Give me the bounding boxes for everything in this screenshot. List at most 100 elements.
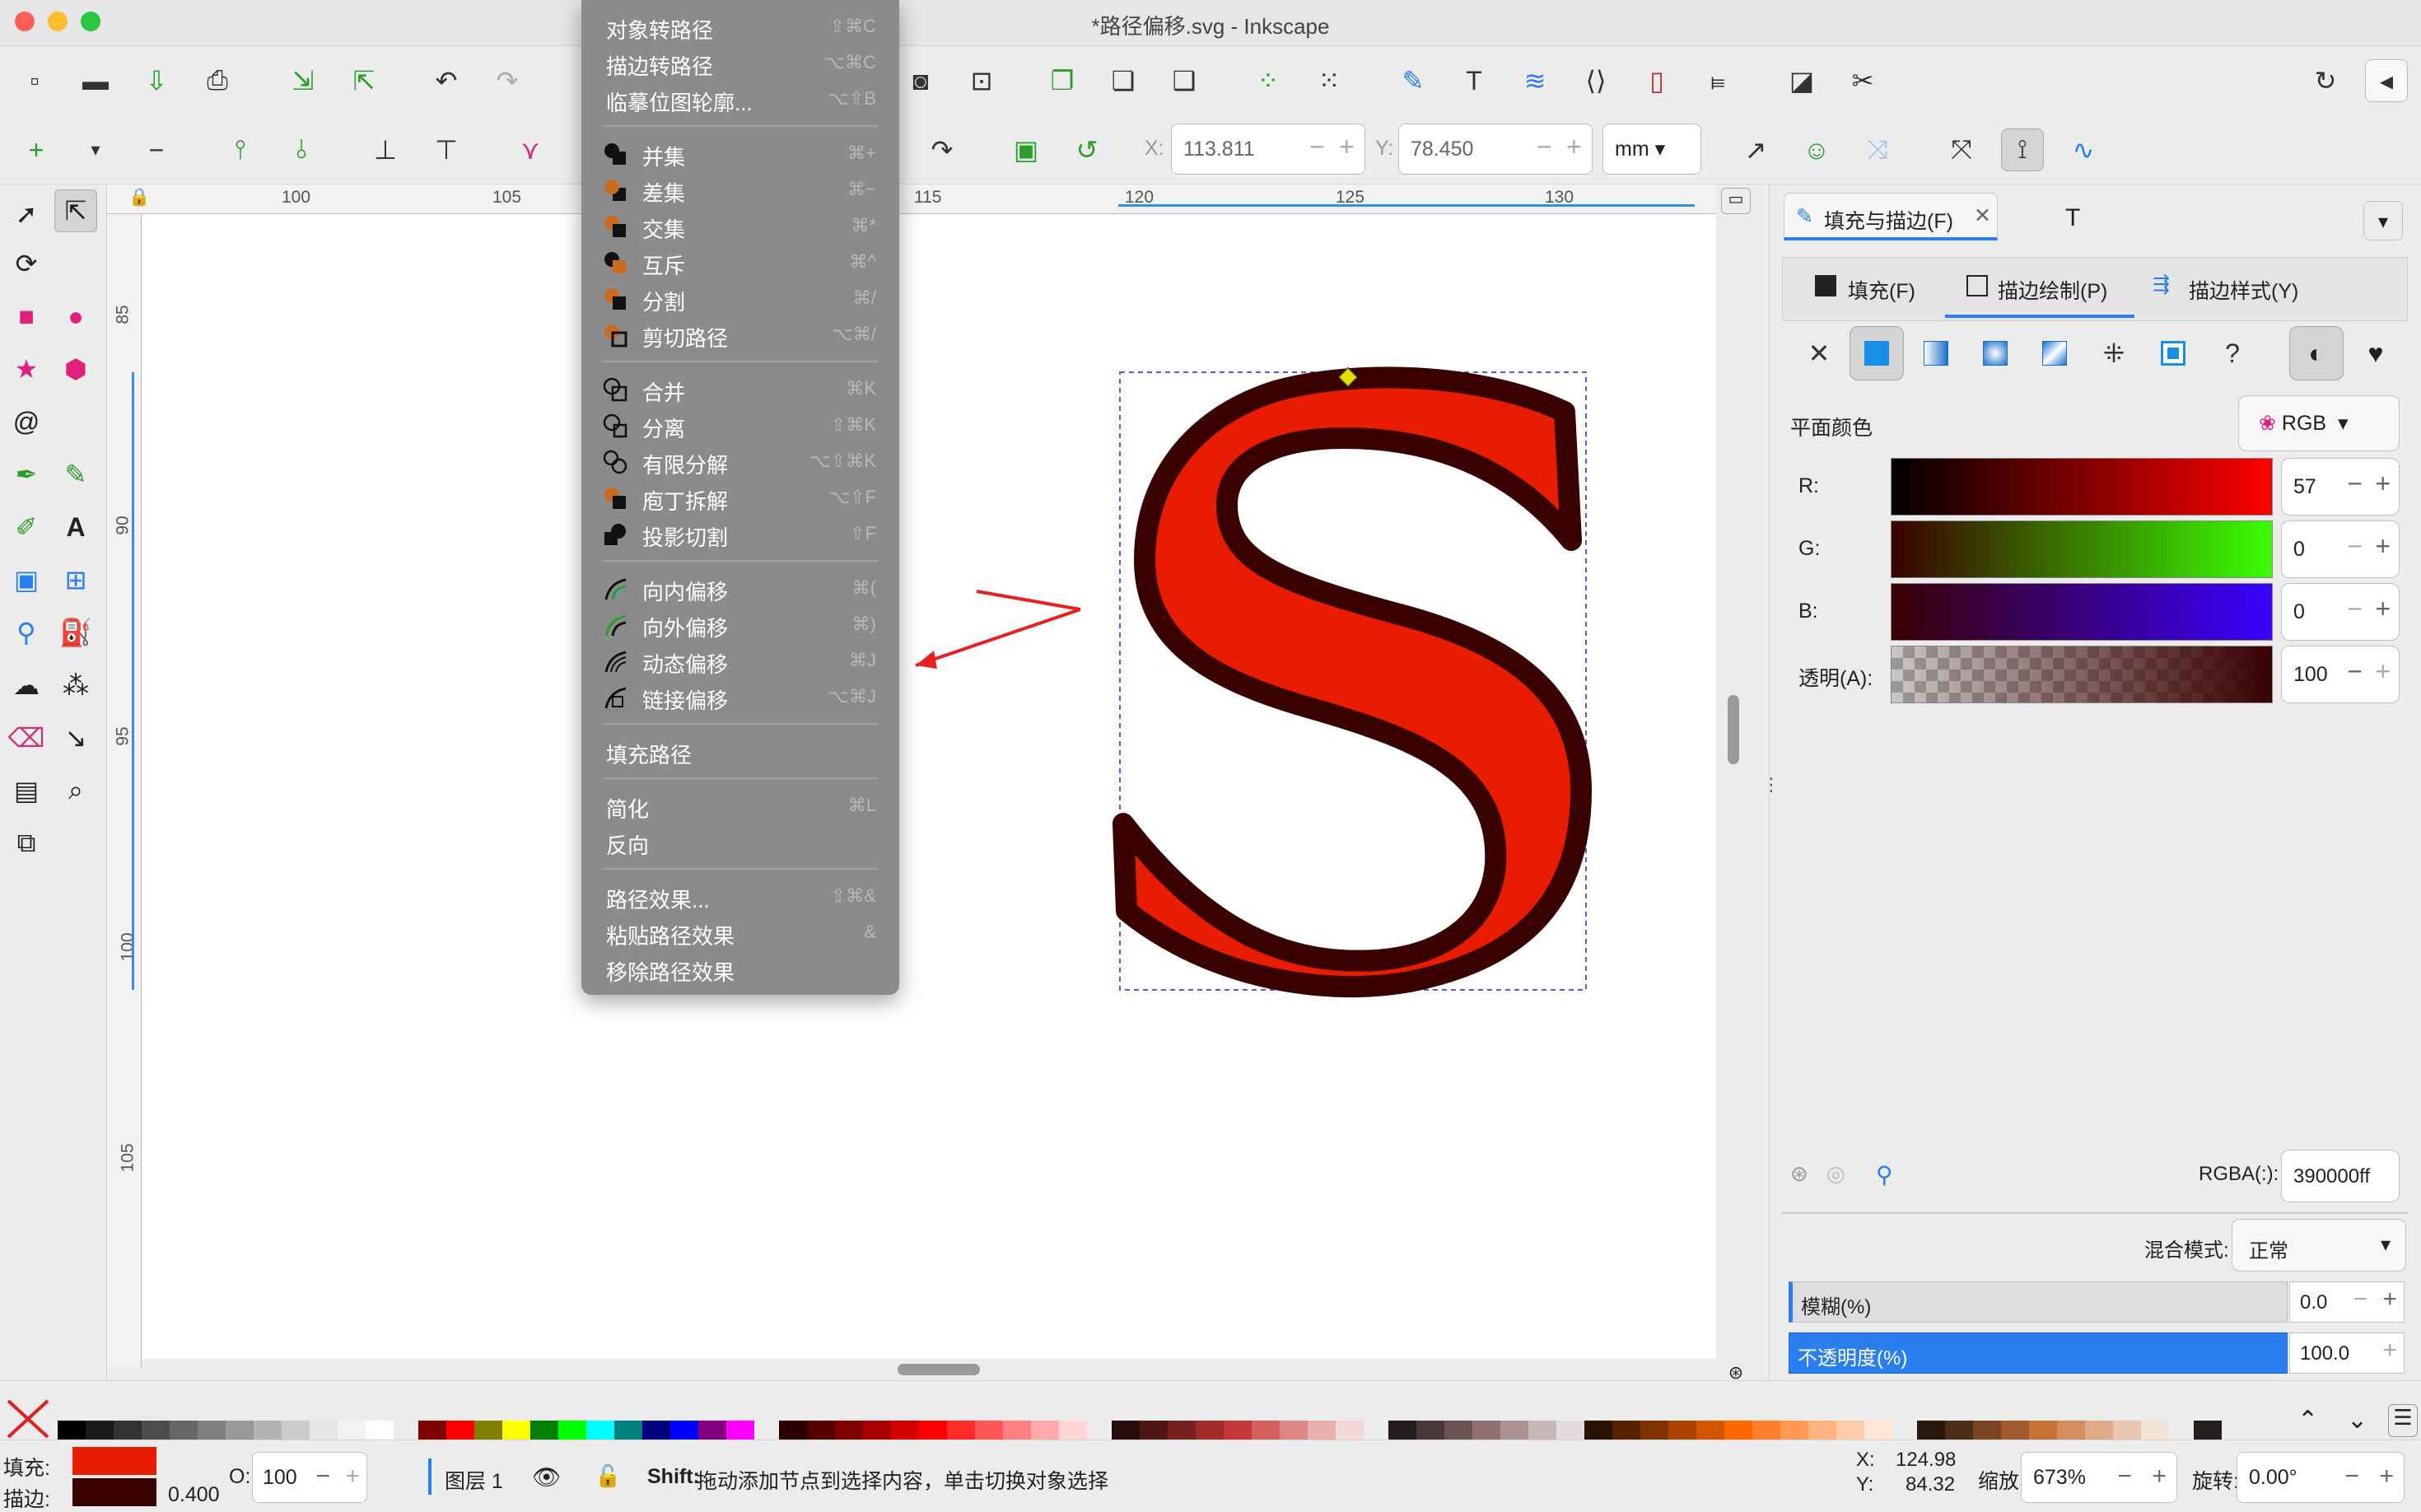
show-outline-icon[interactable]: ⟟ [2001, 128, 2044, 171]
menu-item-linked-offset[interactable]: 链接偏移 ⌥⌘J [581, 679, 899, 715]
break-path-icon[interactable]: ⫰ [280, 128, 323, 171]
paint-bucket-tool-icon[interactable]: ⛽ [54, 611, 97, 654]
menu-item-difference[interactable]: 差集 ⌘− [581, 171, 899, 208]
eraser-tool-icon[interactable]: ⌫ [5, 716, 48, 759]
rectangle-tool-icon[interactable]: ■ [5, 295, 48, 338]
palette-menu-icon[interactable]: ☰ [2388, 1404, 2418, 1437]
unset-paint-icon[interactable]: ? [2205, 326, 2260, 380]
ruler-lock-icon[interactable]: 🔒 [128, 188, 150, 208]
import-icon[interactable]: ⇲ [282, 59, 324, 102]
tab-fill-stroke[interactable]: ✎ 填充与描边(F) ✕ [1784, 193, 1998, 240]
delete-node-icon[interactable]: − [135, 128, 178, 171]
swatch-icon[interactable] [2146, 326, 2200, 380]
duplicate-icon[interactable]: ❐ [1041, 59, 1084, 102]
menu-item-break-apart[interactable]: 分离 ⇧⌘K [581, 407, 899, 443]
stroke-width-value[interactable]: 0.400 [168, 1483, 220, 1507]
delete-segment-icon[interactable]: ⊤ [425, 128, 468, 171]
stroke-to-path-icon[interactable]: ↺ [1066, 128, 1108, 171]
panel-menu-dropdown-icon[interactable]: ▾ [2363, 201, 2403, 240]
x-increment-button[interactable]: + [1339, 132, 1355, 162]
horizontal-scrollbar[interactable] [898, 1364, 980, 1375]
flat-color-button[interactable] [1850, 326, 1904, 380]
tab-text[interactable]: T [2065, 204, 2080, 232]
menu-item-stroke-to-path[interactable]: 描边转路径 ⌥⌘C [581, 44, 899, 81]
r-value-input[interactable]: 57− + [2281, 458, 2400, 516]
alpha-slider[interactable] [1891, 646, 2273, 703]
segment-curve-icon[interactable]: ↷ [921, 128, 963, 171]
object-opacity-input[interactable]: 100− + [252, 1452, 367, 1503]
ungroup-icon[interactable]: ⁙ [1308, 59, 1350, 102]
collapse-panel-icon[interactable]: ◂ [2365, 59, 2408, 102]
palette-scroll-up-icon[interactable]: ⌃ [2297, 1406, 2318, 1435]
fill-stroke-icon[interactable]: ✎ [1392, 59, 1434, 102]
menu-item-fracture[interactable]: 庖丁拆解 ⌥⇧F [581, 479, 899, 516]
g-slider[interactable] [1891, 520, 2273, 578]
zoom-tool-icon[interactable]: ⌕ [54, 769, 97, 812]
next-path-effect-icon[interactable]: ⤧ [1940, 128, 1983, 171]
layer-lock-icon[interactable]: 🔓 [595, 1463, 621, 1489]
menu-item-trace-bitmap[interactable]: 临摹位图轮廓... ⌥⇧B [581, 81, 899, 117]
bezier-tool-icon[interactable]: ✒ [5, 453, 48, 496]
linear-gradient-icon[interactable] [1909, 326, 1963, 380]
menu-item-intersection[interactable]: 交集 ⌘* [581, 208, 899, 244]
group-icon[interactable]: ⁘ [1247, 59, 1290, 102]
panel-resize-handle[interactable]: ⋮ [1762, 774, 1780, 796]
undo-icon[interactable]: ↶ [425, 59, 468, 102]
save-icon[interactable]: ⇩ [135, 59, 178, 102]
subtab-fill[interactable]: 填充(F) [1848, 275, 1915, 305]
menu-item-path-effects[interactable]: 路径效果... ⇧⌘& [581, 878, 899, 914]
fill-rule-evenodd-icon[interactable]: ◐ [2289, 326, 2344, 380]
ellipse-tool-icon[interactable]: ● [54, 295, 97, 338]
align-distribute-icon[interactable]: ⫢ [1696, 59, 1739, 102]
show-transform-icon[interactable]: ⤨ [1856, 128, 1899, 171]
menu-item-object-to-path[interactable]: 对象转路径 ⇧⌘C [581, 8, 899, 44]
tweak-tool-icon[interactable]: ⟳ [5, 242, 48, 285]
path-outline-icon[interactable]: ∿ [2062, 128, 2105, 171]
mesh-gradient-icon[interactable] [2027, 326, 2082, 380]
text-font-icon[interactable]: T [1453, 59, 1495, 102]
spiral-tool-icon[interactable]: @ [5, 400, 48, 443]
connector-tool-icon[interactable]: ↘ [54, 716, 97, 759]
opacity-slider[interactable]: 不透明度(%) [1789, 1332, 2288, 1374]
insert-node-dropdown-icon[interactable]: ▾ [74, 128, 117, 171]
menu-item-exclusion[interactable]: 互斥 ⌘^ [581, 244, 899, 280]
menu-item-inset[interactable]: 向内偏移 ⌘( [581, 570, 899, 606]
show-mask-icon[interactable]: ☺ [1795, 128, 1838, 171]
drawing-canvas[interactable] [142, 214, 1716, 1359]
stroke-indicator[interactable] [72, 1478, 156, 1506]
menu-item-flatten[interactable]: 投影切割 ⇧F [581, 516, 899, 552]
preferences-icon[interactable]: ◪ [1780, 59, 1823, 102]
selector-tool-icon[interactable]: ➚ [5, 193, 48, 236]
menu-item-dynamic-offset[interactable]: 动态偏移 ⌘J [581, 642, 899, 679]
tweak-object-tool-icon[interactable]: ☁ [5, 664, 48, 707]
layer-visibility-icon[interactable]: 👁 [532, 1463, 562, 1491]
menu-item-cut-path[interactable]: 剪切路径 ⌥⌘/ [581, 316, 899, 352]
new-document-icon[interactable]: ▫ [13, 59, 56, 102]
xml-editor-icon[interactable]: ⟨⟩ [1574, 59, 1617, 102]
refresh-icon[interactable]: ↻ [2304, 59, 2347, 102]
y-coordinate-input[interactable]: 78.450 [1398, 124, 1593, 175]
radial-gradient-icon[interactable] [1968, 326, 2022, 380]
object-to-path-icon[interactable]: ▣ [1005, 128, 1047, 171]
no-paint-icon[interactable]: ✕ [1792, 326, 1846, 380]
menu-item-combine[interactable]: 合并 ⌘K [581, 371, 899, 407]
color-mode-select[interactable]: ❀ RGB ▾ [2238, 395, 2400, 451]
alpha-value-input[interactable]: 100− + [2281, 646, 2400, 703]
layers-icon[interactable]: ≋ [1514, 59, 1556, 102]
document-properties-icon[interactable]: ▯ [1635, 59, 1678, 102]
fill-indicator[interactable] [72, 1447, 156, 1475]
unit-select[interactable]: mm ▾ [1602, 124, 1701, 175]
menu-item-outset[interactable]: 向外偏移 ⌘) [581, 606, 899, 642]
display-mode-icon[interactable]: ▭ [1721, 188, 1751, 214]
node-cusp-icon[interactable]: ⋎ [509, 128, 552, 171]
current-layer[interactable]: 图层 1 [445, 1465, 503, 1495]
tools-icon[interactable]: ✂ [1841, 59, 1884, 102]
fill-rule-nonzero-icon[interactable]: ♥ [2349, 326, 2403, 380]
menu-item-split-path[interactable]: 有限分解 ⌥⇧⌘K [581, 443, 899, 479]
subtab-stroke-style[interactable]: 描边样式(Y) [2189, 275, 2298, 305]
y-increment-button[interactable]: + [1566, 132, 1582, 162]
zoom-drawing-icon[interactable]: ◙ [899, 59, 942, 102]
measure-tool-icon[interactable]: ⧉ [5, 822, 48, 865]
pages-tool-icon[interactable]: ▤ [5, 769, 48, 812]
blend-mode-select[interactable]: 正常 ▾ [2232, 1219, 2406, 1272]
